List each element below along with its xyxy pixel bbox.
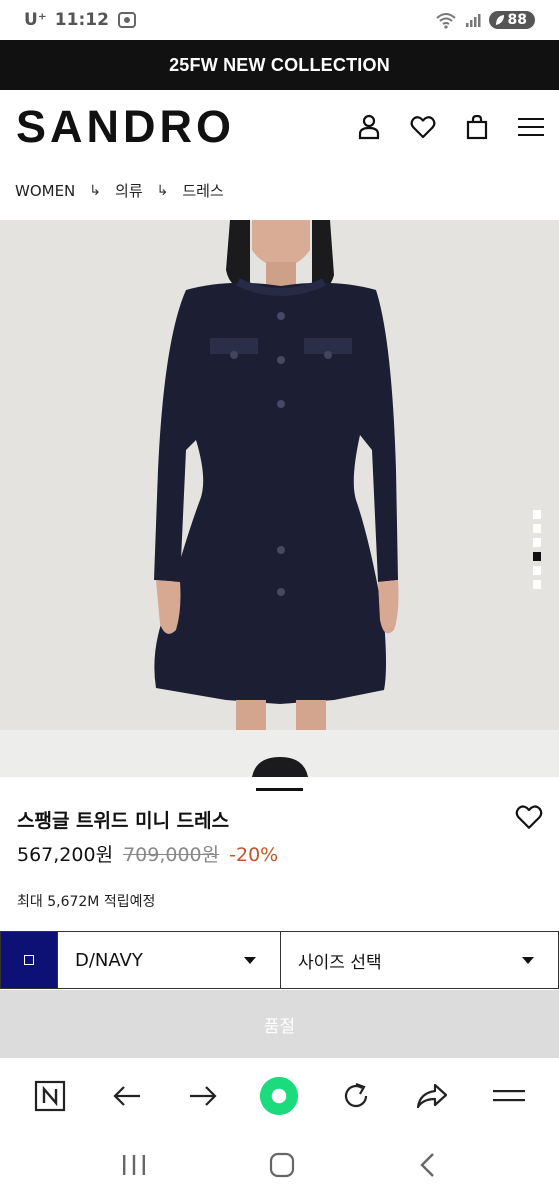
- recent-apps-icon[interactable]: [121, 1153, 147, 1181]
- leaf-icon: [495, 15, 504, 25]
- home-icon[interactable]: [269, 1152, 295, 1182]
- color-dropdown[interactable]: D/NAVY: [58, 932, 281, 988]
- forward-arrow-icon[interactable]: [183, 1076, 223, 1116]
- slide-dot[interactable]: [533, 580, 541, 589]
- reward-points: 최대 5,672M 적립예정: [17, 894, 156, 910]
- sold-out-label: 품절: [263, 1016, 296, 1037]
- announcement-banner[interactable]: 25FW NEW COLLECTION: [0, 40, 559, 90]
- heart-icon[interactable]: [409, 113, 437, 141]
- option-selectors: D/NAVY 사이즈 선택: [0, 931, 559, 989]
- breadcrumb: WOMEN ↳ 의류 ↳ 드레스: [15, 180, 224, 201]
- sale-price: 567,200원: [17, 844, 114, 866]
- refresh-icon[interactable]: [336, 1076, 376, 1116]
- scroll-indicator: [256, 788, 303, 791]
- share-icon[interactable]: [412, 1076, 452, 1116]
- breadcrumb-separator: ↳: [156, 182, 169, 199]
- back-arrow-icon[interactable]: [107, 1076, 147, 1116]
- breadcrumb-separator: ↳: [89, 182, 102, 199]
- signal-icon: [465, 14, 481, 27]
- battery-level: 88: [507, 12, 527, 28]
- screenshot-icon: [117, 12, 136, 28]
- status-time: 11:12: [54, 10, 109, 30]
- green-dot-icon[interactable]: [259, 1076, 299, 1116]
- slide-indicator: [533, 510, 541, 589]
- color-value: D/NAVY: [75, 949, 143, 971]
- sold-out-button[interactable]: 품절: [0, 990, 559, 1058]
- price-row: 567,200원 709,000원 -20%: [17, 840, 278, 867]
- header-icons: [355, 113, 545, 141]
- size-dropdown[interactable]: 사이즈 선택: [281, 932, 558, 988]
- color-swatch[interactable]: [1, 932, 58, 988]
- slide-dot[interactable]: [533, 510, 541, 519]
- slide-dot[interactable]: [533, 566, 541, 575]
- back-icon[interactable]: [418, 1152, 438, 1182]
- original-price: 709,000원: [123, 844, 220, 866]
- brand-logo[interactable]: SANDRO: [16, 101, 235, 153]
- battery-indicator: 88: [488, 11, 535, 29]
- carrier-label: U⁺: [24, 10, 47, 30]
- user-icon[interactable]: [355, 113, 383, 141]
- product-title: 스팽글 트위드 미니 드레스: [17, 810, 230, 832]
- browser-toolbar: [0, 1058, 559, 1134]
- product-image-carousel[interactable]: [0, 220, 559, 777]
- slide-dot[interactable]: [533, 538, 541, 547]
- chevron-down-icon: [244, 956, 256, 964]
- chevron-down-icon: [522, 956, 534, 964]
- bag-icon[interactable]: [463, 113, 491, 141]
- status-right: 88: [435, 11, 535, 29]
- breadcrumb-clothing[interactable]: 의류: [115, 180, 143, 201]
- slide-dot-active[interactable]: [533, 552, 541, 561]
- slide-dot[interactable]: [533, 524, 541, 533]
- wifi-icon: [435, 13, 456, 29]
- wishlist-heart-icon[interactable]: [515, 804, 543, 832]
- announcement-text: 25FW NEW COLLECTION: [169, 54, 390, 75]
- status-left: U⁺ 11:12: [24, 10, 137, 30]
- status-bar: U⁺ 11:12 88: [0, 0, 559, 40]
- breadcrumb-women[interactable]: WOMEN: [15, 182, 75, 200]
- system-nav-bar: [0, 1134, 559, 1200]
- naver-home-icon[interactable]: [30, 1076, 70, 1116]
- breadcrumb-dresses[interactable]: 드레스: [182, 180, 223, 201]
- discount-badge: -20%: [229, 844, 279, 866]
- size-placeholder: 사이즈 선택: [298, 952, 382, 973]
- menu-icon[interactable]: [489, 1076, 529, 1116]
- swatch-marker: [24, 955, 34, 965]
- product-photo: [0, 220, 559, 777]
- menu-icon[interactable]: [517, 113, 545, 141]
- site-header: SANDRO: [0, 90, 559, 164]
